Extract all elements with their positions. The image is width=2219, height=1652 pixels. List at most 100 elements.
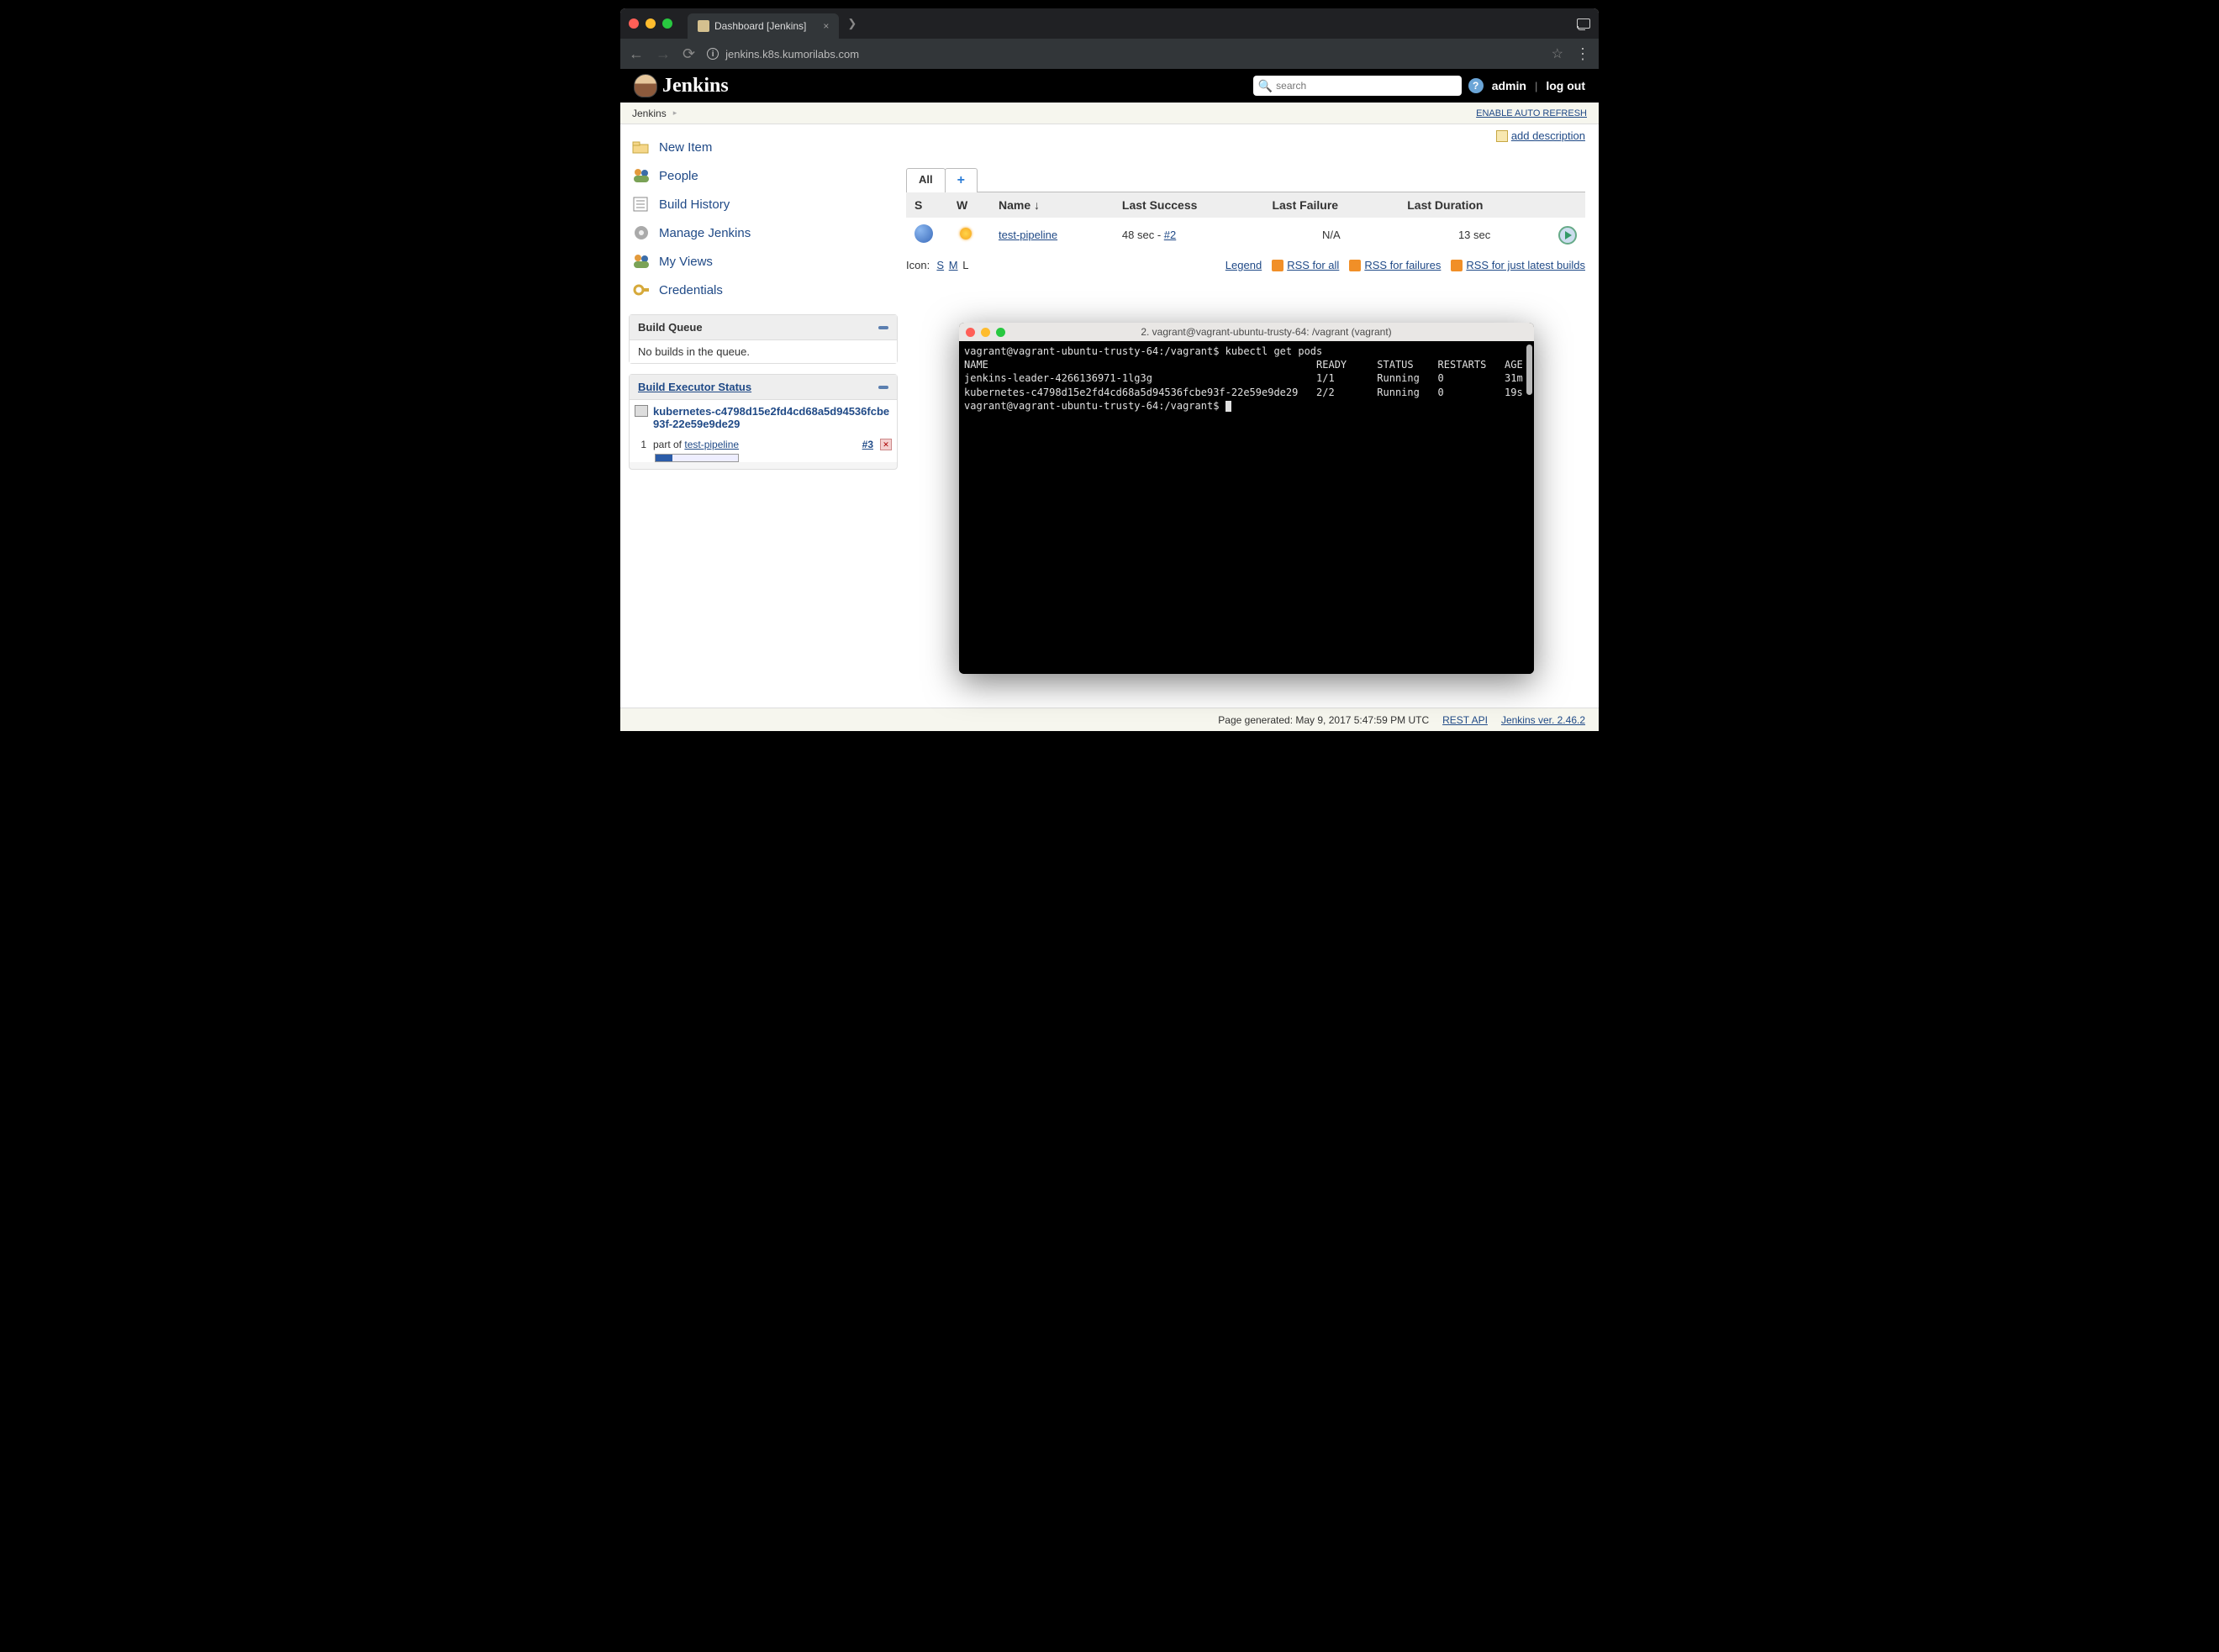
rss-all-link[interactable]: RSS for all bbox=[1287, 259, 1339, 271]
gear-icon bbox=[632, 224, 651, 242]
chevron-right-icon: ▸ bbox=[673, 108, 677, 118]
rss-icon bbox=[1451, 260, 1463, 271]
reload-button[interactable]: ⟳ bbox=[683, 45, 695, 63]
help-icon[interactable]: ? bbox=[1468, 78, 1484, 93]
maximize-window-icon[interactable] bbox=[662, 18, 672, 29]
icon-size-l[interactable]: L bbox=[962, 259, 968, 271]
task-label: Credentials bbox=[659, 283, 723, 297]
tab-all[interactable]: All bbox=[906, 168, 946, 192]
user-link[interactable]: admin bbox=[1492, 79, 1526, 92]
build-queue-header[interactable]: Build Queue bbox=[630, 315, 897, 340]
col-weather[interactable]: W bbox=[948, 192, 990, 218]
task-label: My Views bbox=[659, 255, 713, 269]
maximize-icon[interactable] bbox=[996, 328, 1005, 337]
add-view-tab[interactable]: + bbox=[945, 168, 978, 192]
col-last-duration[interactable]: Last Duration bbox=[1399, 192, 1550, 218]
version-link[interactable]: Jenkins ver. 2.46.2 bbox=[1501, 714, 1585, 726]
browser-toolbar: ← → ⟳ i jenkins.k8s.kumorilabs.com ☆ ⋮ bbox=[620, 39, 1599, 69]
executor-node[interactable]: kubernetes-c4798d15e2fd4cd68a5d94536fcbe… bbox=[630, 400, 897, 435]
rest-api-link[interactable]: REST API bbox=[1442, 714, 1488, 726]
view-tabs: All + bbox=[906, 167, 1585, 192]
executor-pane: Build Executor Status kubernetes-c4798d1… bbox=[629, 374, 898, 470]
terminal-title: 2. vagrant@vagrant-ubuntu-trusty-64: /va… bbox=[1005, 326, 1527, 338]
last-duration-cell: 13 sec bbox=[1399, 218, 1550, 252]
computer-icon bbox=[635, 405, 648, 417]
add-description-link[interactable]: add description bbox=[1496, 129, 1585, 142]
col-last-success[interactable]: Last Success bbox=[1114, 192, 1264, 218]
icon-size-s[interactable]: S bbox=[936, 259, 944, 271]
minimize-window-icon[interactable] bbox=[646, 18, 656, 29]
cast-icon[interactable] bbox=[1577, 18, 1590, 29]
rss-icon bbox=[1272, 260, 1283, 271]
collapse-icon[interactable] bbox=[878, 386, 888, 389]
last-failure-cell: N/A bbox=[1263, 218, 1399, 252]
task-label: Manage Jenkins bbox=[659, 226, 751, 240]
close-tab-icon[interactable]: × bbox=[823, 20, 829, 32]
jenkins-brand: Jenkins bbox=[662, 75, 729, 97]
terminal-window: 2. vagrant@vagrant-ubuntu-trusty-64: /va… bbox=[959, 323, 1534, 674]
url-text: jenkins.k8s.kumorilabs.com bbox=[725, 48, 859, 61]
logout-link[interactable]: log out bbox=[1546, 79, 1585, 92]
schedule-build-icon[interactable] bbox=[1558, 226, 1577, 245]
executor-job-link[interactable]: test-pipeline bbox=[684, 439, 739, 450]
back-button[interactable]: ← bbox=[629, 45, 644, 63]
col-name[interactable]: Name ↓ bbox=[990, 192, 1114, 218]
browser-tab[interactable]: Dashboard [Jenkins] × bbox=[688, 13, 839, 39]
table-footer-row: Icon: S M L Legend RSS for all RSS for f… bbox=[906, 259, 1585, 271]
credentials-icon bbox=[632, 281, 651, 299]
window-controls bbox=[629, 18, 672, 29]
browser-menu-icon[interactable]: ⋮ bbox=[1575, 45, 1590, 63]
task-people[interactable]: People bbox=[629, 161, 906, 190]
task-credentials[interactable]: Credentials bbox=[629, 276, 906, 304]
new-tab-button[interactable]: ❯ bbox=[847, 17, 857, 30]
col-last-failure[interactable]: Last Failure bbox=[1263, 192, 1399, 218]
progress-fill bbox=[656, 455, 672, 461]
pane-title: Build Queue bbox=[638, 321, 703, 334]
bookmark-icon[interactable]: ☆ bbox=[1552, 45, 1563, 62]
task-new-item[interactable]: New Item bbox=[629, 133, 906, 161]
icon-size-m[interactable]: M bbox=[949, 259, 958, 271]
executor-header[interactable]: Build Executor Status bbox=[630, 375, 897, 400]
tab-title: Dashboard [Jenkins] bbox=[714, 20, 806, 32]
task-manage-jenkins[interactable]: Manage Jenkins bbox=[629, 218, 906, 247]
jenkins-favicon-icon bbox=[698, 20, 709, 32]
task-build-history[interactable]: Build History bbox=[629, 190, 906, 218]
auto-refresh-link[interactable]: ENABLE AUTO REFRESH bbox=[1476, 108, 1587, 118]
rss-latest-link[interactable]: RSS for just latest builds bbox=[1466, 259, 1585, 271]
breadcrumb-root[interactable]: Jenkins bbox=[632, 108, 667, 119]
jenkins-logo[interactable]: Jenkins bbox=[634, 74, 729, 97]
col-status[interactable]: S bbox=[906, 192, 948, 218]
side-panel: New Item People Build History Manage Jen… bbox=[620, 124, 906, 708]
job-name-link[interactable]: test-pipeline bbox=[999, 229, 1057, 241]
address-bar[interactable]: i jenkins.k8s.kumorilabs.com bbox=[707, 48, 1540, 61]
search-box[interactable]: 🔍 bbox=[1253, 76, 1462, 96]
my-views-icon bbox=[632, 252, 651, 271]
terminal-titlebar[interactable]: 2. vagrant@vagrant-ubuntu-trusty-64: /va… bbox=[959, 323, 1534, 341]
cancel-build-icon[interactable]: ✕ bbox=[880, 439, 892, 450]
terminal-body[interactable]: vagrant@vagrant-ubuntu-trusty-64:/vagran… bbox=[959, 341, 1534, 674]
close-icon[interactable] bbox=[966, 328, 975, 337]
minimize-icon[interactable] bbox=[981, 328, 990, 337]
progress-bar bbox=[655, 454, 739, 462]
executor-number: 1 bbox=[635, 439, 646, 450]
last-success-cell: 48 sec - #2 bbox=[1114, 218, 1264, 252]
task-label: People bbox=[659, 169, 698, 183]
executor-build-link[interactable]: #3 bbox=[862, 439, 873, 450]
forward-button[interactable]: → bbox=[656, 45, 671, 63]
jenkins-head-icon bbox=[634, 74, 657, 97]
status-ball-icon[interactable] bbox=[914, 224, 933, 243]
task-my-views[interactable]: My Views bbox=[629, 247, 906, 276]
collapse-icon[interactable] bbox=[878, 326, 888, 329]
close-window-icon[interactable] bbox=[629, 18, 639, 29]
build-queue-body: No builds in the queue. bbox=[630, 340, 897, 363]
search-input[interactable] bbox=[1276, 80, 1457, 92]
task-label: New Item bbox=[659, 140, 712, 155]
site-info-icon[interactable]: i bbox=[707, 48, 719, 60]
jenkins-header: Jenkins 🔍 ? admin | log out bbox=[620, 69, 1599, 103]
legend-link[interactable]: Legend bbox=[1225, 259, 1262, 271]
last-success-build-link[interactable]: #2 bbox=[1164, 229, 1176, 241]
weather-sunny-icon[interactable] bbox=[957, 224, 975, 243]
terminal-scrollbar[interactable] bbox=[1526, 345, 1532, 395]
rss-failures-link[interactable]: RSS for failures bbox=[1364, 259, 1441, 271]
executor-title-link[interactable]: Build Executor Status bbox=[638, 381, 751, 393]
